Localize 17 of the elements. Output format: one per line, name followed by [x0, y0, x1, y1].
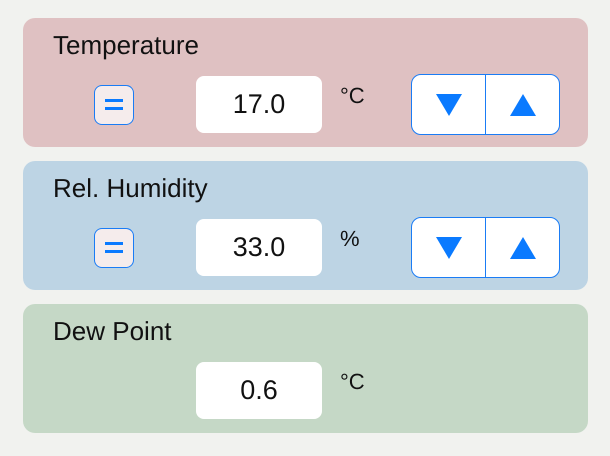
triangle-down-icon [434, 92, 462, 116]
value-field[interactable]: 17.0 [196, 76, 322, 133]
card-title: Dew Point [53, 316, 172, 346]
card-title: Rel. Humidity [53, 173, 208, 203]
unit-label: % [340, 226, 360, 252]
value-field[interactable]: 33.0 [196, 219, 322, 276]
value-field[interactable]: 0.6 [196, 362, 322, 419]
equals-icon [105, 242, 123, 254]
equals-button[interactable] [94, 228, 134, 268]
triangle-up-icon [508, 92, 536, 116]
equals-icon [105, 98, 123, 110]
unit-label: °C [340, 369, 365, 395]
unit-label: °C [340, 83, 365, 109]
triangle-down-icon [434, 236, 462, 260]
triangle-up-icon [508, 236, 536, 260]
card-title: Temperature [53, 30, 199, 60]
equals-button[interactable] [94, 84, 134, 124]
